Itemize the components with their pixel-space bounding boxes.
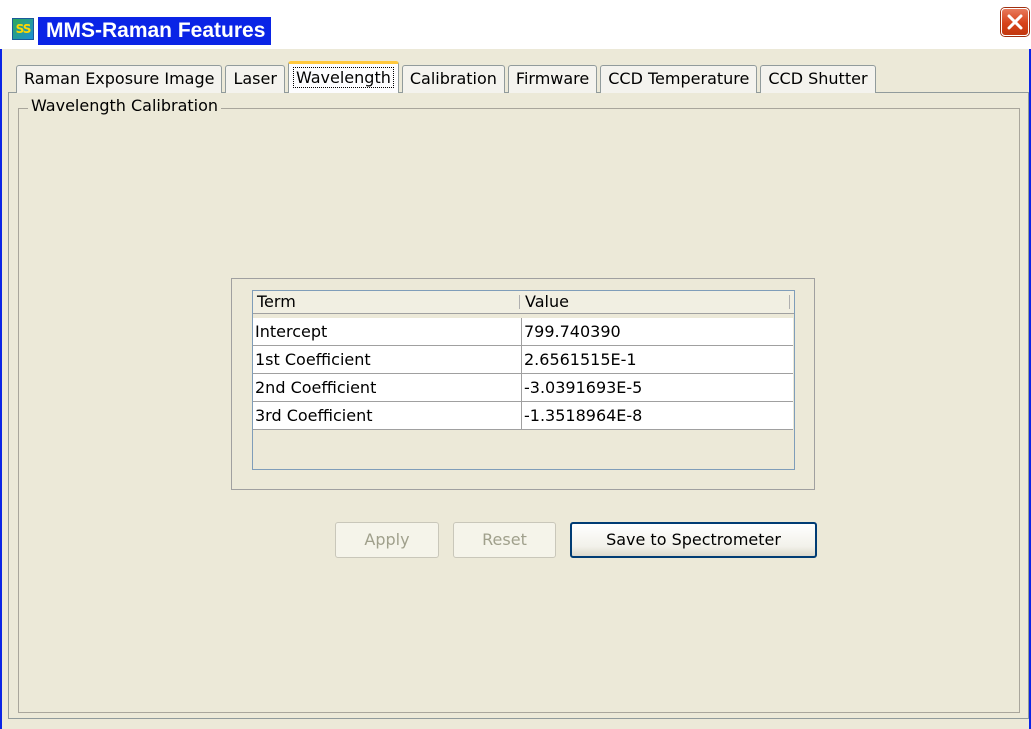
reset-button[interactable]: Reset <box>453 522 556 558</box>
table-row[interactable]: 1st Coefficient 2.6561515E-1 <box>253 346 793 374</box>
term-cell: 2nd Coefficient <box>255 378 377 397</box>
tab-ccd-temperature[interactable]: CCD Temperature <box>600 65 758 93</box>
table-header: Term Value <box>253 291 794 314</box>
title-bar: SS MMS-Raman Features <box>0 0 1031 49</box>
column-header-value[interactable]: Value <box>525 291 569 313</box>
group-title: Wavelength Calibration <box>28 96 222 115</box>
column-header-term[interactable]: Term <box>257 291 296 313</box>
window-frame-left <box>0 49 2 729</box>
term-cell: Intercept <box>255 322 328 341</box>
save-to-spectrometer-button[interactable]: Save to Spectrometer <box>570 522 817 558</box>
tab-raman-exposure-image[interactable]: Raman Exposure Image <box>16 65 223 93</box>
close-icon <box>1007 14 1023 30</box>
tab-calibration[interactable]: Calibration <box>401 65 505 93</box>
tab-laser[interactable]: Laser <box>225 65 285 93</box>
column-divider[interactable] <box>789 295 790 309</box>
column-divider[interactable] <box>519 295 520 309</box>
tab-ccd-shutter[interactable]: CCD Shutter <box>760 65 876 93</box>
table-row[interactable]: Intercept 799.740390 <box>253 318 793 346</box>
term-cell: 1st Coefficient <box>255 350 371 369</box>
term-cell: 3rd Coefficient <box>255 406 373 425</box>
app-icon: SS <box>12 18 34 40</box>
window-title: MMS-Raman Features <box>38 17 272 45</box>
table-row[interactable]: 3rd Coefficient -1.3518964E-8 <box>253 402 793 430</box>
tab-strip: Raman Exposure Image Laser Wavelength Ca… <box>16 61 879 93</box>
table-row[interactable]: 2nd Coefficient -3.0391693E-5 <box>253 374 793 402</box>
close-button[interactable] <box>1001 8 1029 36</box>
value-cell[interactable]: -1.3518964E-8 <box>521 402 794 429</box>
value-cell[interactable]: 2.6561515E-1 <box>521 346 794 373</box>
value-cell[interactable]: -3.0391693E-5 <box>521 374 794 401</box>
tab-wavelength-label: Wavelength <box>292 67 394 88</box>
tab-firmware[interactable]: Firmware <box>507 65 598 93</box>
calibration-table: Term Value Intercept 799.740390 1st Coef… <box>252 290 795 470</box>
value-cell[interactable]: 799.740390 <box>521 318 794 345</box>
apply-button[interactable]: Apply <box>335 522 439 558</box>
tab-wavelength[interactable]: Wavelength <box>287 61 399 93</box>
